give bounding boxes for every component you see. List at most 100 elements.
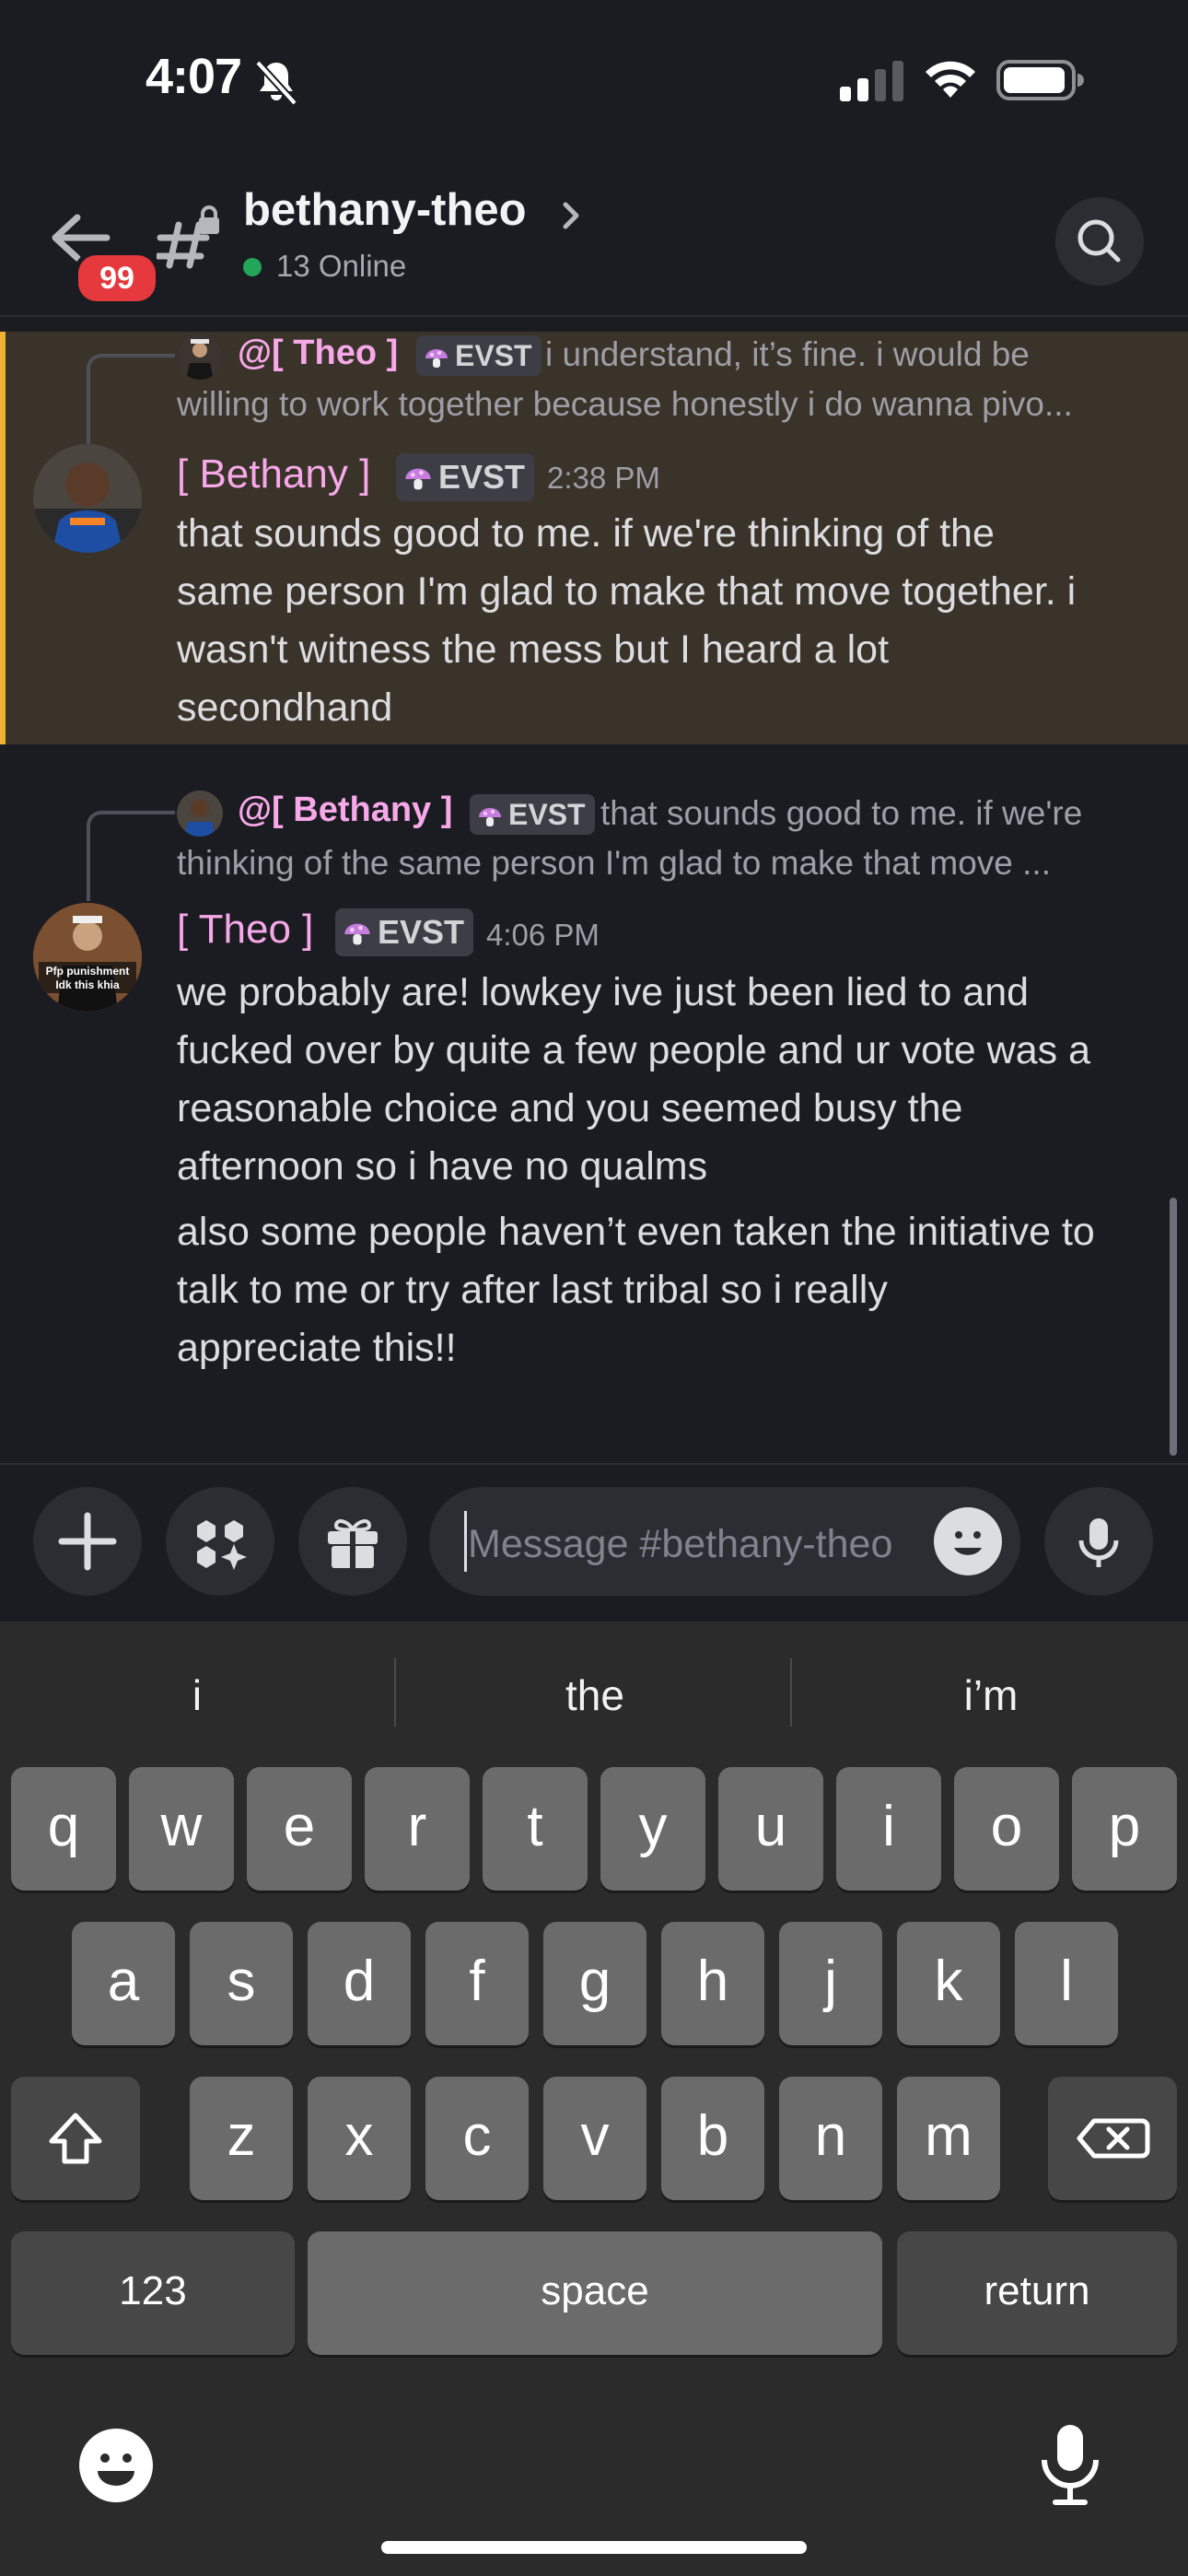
key-u[interactable]: u (718, 1767, 823, 1891)
apps-button[interactable] (166, 1487, 274, 1596)
message-timestamp: 4:06 PM (486, 918, 600, 952)
search-icon (1077, 219, 1121, 263)
key-g[interactable]: g (543, 1922, 646, 2045)
key-z[interactable]: z (190, 2077, 293, 2200)
search-button[interactable] (1055, 197, 1144, 286)
chevron-right-icon[interactable] (558, 197, 586, 234)
role-tag-label: EVST (378, 913, 465, 951)
key-k[interactable]: k (897, 1922, 1000, 2045)
suggestion-divider (790, 1658, 792, 1727)
key-o[interactable]: o (954, 1767, 1059, 1891)
user-avatar-theo[interactable]: Pfp punishment Idk this khia (33, 903, 142, 1012)
scrollbar[interactable] (1170, 1198, 1177, 1456)
key-f[interactable]: f (425, 1922, 529, 2045)
text-caret (464, 1511, 467, 1572)
mushroom-icon (425, 348, 448, 368)
role-tag: EVST (335, 908, 474, 956)
message-line: fucked over by quite a few people and ur… (177, 1028, 1091, 1072)
home-indicator (381, 2541, 807, 2554)
unread-count-badge: 99 (74, 251, 160, 306)
message-author-name[interactable]: [ Bethany ] (177, 451, 370, 498)
user-avatar-bethany[interactable] (33, 444, 142, 553)
message-body[interactable]: that sounds good to me. if we're thinkin… (177, 505, 1188, 737)
key-q[interactable]: q (11, 1767, 116, 1891)
numbers-key[interactable]: 123 (11, 2231, 295, 2355)
reply-preview-line2[interactable]: thinking of the same person I'm glad to … (177, 844, 1153, 883)
key-b[interactable]: b (661, 2077, 764, 2200)
header-divider (0, 315, 1188, 317)
key-h[interactable]: h (661, 1922, 764, 2045)
key-j[interactable]: j (779, 1922, 882, 2045)
suggestion-item[interactable]: i (4, 1658, 390, 1732)
add-attachment-button[interactable] (33, 1487, 142, 1596)
reply-avatar[interactable] (177, 334, 223, 380)
key-i[interactable]: i (836, 1767, 941, 1891)
key-p[interactable]: p (1072, 1767, 1177, 1891)
reply-author-name[interactable]: @[ Theo ] (238, 334, 398, 373)
wifi-icon (926, 61, 975, 98)
mushroom-icon (344, 924, 370, 945)
emoji-keyboard-icon[interactable] (77, 2427, 155, 2504)
message-body[interactable]: also some people haven’t even taken the … (177, 1203, 1188, 1377)
role-tag: EVST (396, 453, 535, 501)
emoji-button[interactable] (934, 1507, 1002, 1575)
key-y[interactable]: y (600, 1767, 705, 1891)
reply-preview-line1[interactable]: that sounds good to me. if we're (600, 794, 1171, 833)
private-channel-hash-icon (157, 205, 219, 269)
message-line: afternoon so i have no qualms (177, 1144, 708, 1188)
suggestion-item[interactable]: the (402, 1658, 788, 1732)
key-e[interactable]: e (247, 1767, 352, 1891)
message-line: reasonable choice and you seemed busy th… (177, 1086, 963, 1130)
key-m[interactable]: m (897, 2077, 1000, 2200)
plus-icon (58, 1512, 117, 1571)
key-t[interactable]: t (483, 1767, 588, 1891)
shift-key[interactable] (11, 2077, 140, 2200)
shift-arrow-icon (49, 2113, 102, 2164)
composer-divider (0, 1463, 1188, 1465)
return-key[interactable]: return (897, 2231, 1177, 2355)
role-tag-label: EVST (438, 458, 526, 496)
channel-name[interactable]: bethany-theo (243, 184, 527, 236)
key-d[interactable]: d (308, 1922, 411, 2045)
message-body[interactable]: we probably are! lowkey ive just been li… (177, 964, 1188, 1196)
status-time: 4:07 (146, 49, 242, 104)
message-line: also some people haven’t even taken the … (177, 1210, 1095, 1254)
message-line: wasn't witness the mess but I heard a lo… (177, 627, 890, 672)
key-r[interactable]: r (365, 1767, 470, 1891)
key-a[interactable]: a (72, 1922, 175, 2045)
mushroom-icon (479, 807, 501, 826)
message-line: we probably are! lowkey ive just been li… (177, 970, 1030, 1014)
message-author-name[interactable]: [ Theo ] (177, 907, 313, 953)
reply-connector (87, 811, 175, 901)
reply-author-name[interactable]: @[ Bethany ] (238, 790, 452, 830)
avatar-caption-line1: Pfp punishment (46, 965, 130, 978)
backspace-key[interactable] (1048, 2077, 1177, 2200)
key-c[interactable]: c (425, 2077, 529, 2200)
microphone-icon (1078, 1518, 1119, 1567)
gift-button[interactable] (298, 1487, 407, 1596)
cellular-signal-icon (840, 61, 903, 101)
key-l[interactable]: l (1015, 1922, 1118, 2045)
voice-message-button[interactable] (1044, 1487, 1153, 1596)
reply-avatar[interactable] (177, 790, 223, 837)
suggestion-divider (394, 1658, 396, 1727)
key-x[interactable]: x (308, 2077, 411, 2200)
key-w[interactable]: w (129, 1767, 234, 1891)
dictation-microphone-icon[interactable] (1035, 2421, 1105, 2506)
role-tag: EVST (470, 794, 595, 835)
backspace-icon (1077, 2118, 1150, 2159)
reply-connector (87, 354, 175, 444)
key-n[interactable]: n (779, 2077, 882, 2200)
reply-preview-line1[interactable]: i understand, it’s fine. i would be (545, 335, 1171, 374)
message-line: that sounds good to me. if we're thinkin… (177, 511, 995, 556)
message-line: same person I'm glad to make that move t… (177, 569, 1077, 614)
key-v[interactable]: v (543, 2077, 646, 2200)
message-timestamp: 2:38 PM (547, 461, 660, 495)
message-input[interactable] (468, 1518, 919, 1570)
suggestion-item[interactable]: i’m (798, 1658, 1184, 1732)
space-key[interactable]: space (308, 2231, 882, 2355)
key-s[interactable]: s (190, 1922, 293, 2045)
bell-muted-icon (255, 60, 297, 106)
reply-preview-line2[interactable]: willing to work together because honestl… (177, 385, 1153, 424)
message-line: appreciate this!! (177, 1326, 457, 1370)
